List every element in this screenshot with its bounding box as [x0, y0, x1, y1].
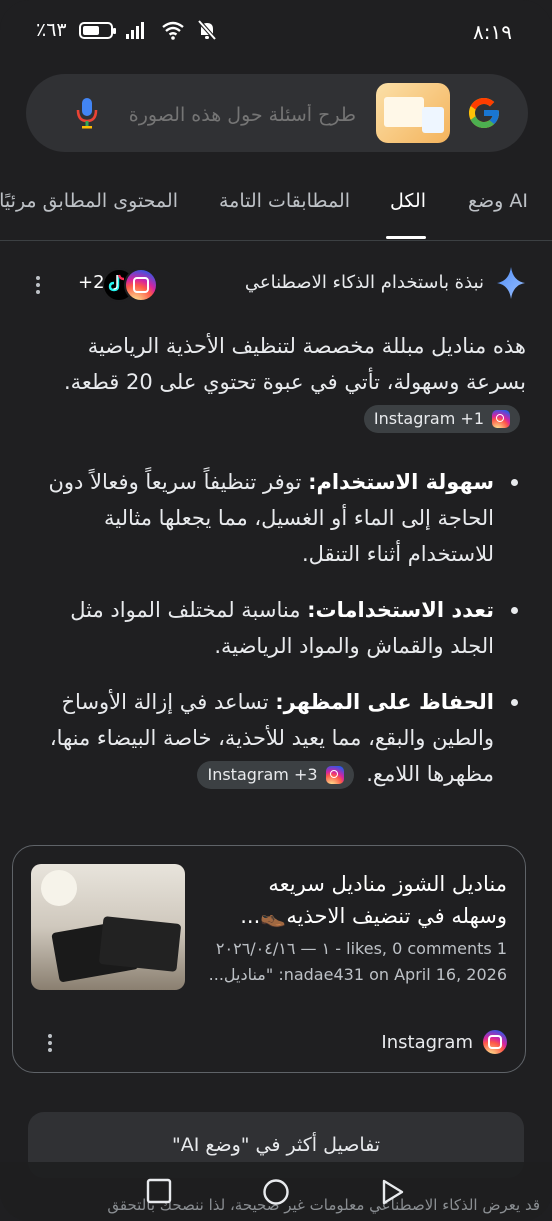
- wifi-icon: [161, 21, 184, 40]
- source-card[interactable]: مناديل الشوز مناديل سريعه وسهله في تنضيف…: [12, 845, 526, 1073]
- ai-overview-title: نبذة باستخدام الذكاء الاصطناعي: [244, 272, 484, 293]
- ai-overview-header: نبذة باستخدام الذكاء الاصطناعي +2: [0, 264, 552, 308]
- mute-bell-icon: [197, 19, 217, 41]
- bullet-dot: [511, 607, 518, 614]
- bullet-term: تعدد الاستخدامات:: [307, 598, 494, 622]
- status-bar: ٪٦٣ ٨:١٩: [0, 0, 552, 64]
- card-thumbnail[interactable]: [31, 864, 185, 990]
- google-logo-icon[interactable]: [466, 95, 502, 131]
- tab-exact-matches[interactable]: المطابقات التامة: [219, 190, 350, 212]
- card-meta-line: 1 likes, 0 comments - ١ — ٢٠٢٦/٠٤/١٦: [215, 939, 507, 958]
- source-chip-label: Instagram +1: [373, 409, 484, 428]
- search-image-thumbnail[interactable]: [376, 83, 450, 143]
- card-title[interactable]: مناديل الشوز مناديل سريعه وسهله في تنضيف…: [207, 868, 507, 932]
- search-input[interactable]: [114, 99, 358, 131]
- instagram-icon: [325, 766, 344, 784]
- battery-percent: ٪٦٣: [36, 19, 67, 41]
- instagram-icon: [483, 1030, 507, 1054]
- back-icon[interactable]: [380, 1178, 406, 1206]
- screen: ٪٦٣ ٨:١٩ وضع AI الكل المطا: [0, 0, 552, 1221]
- recents-icon[interactable]: [146, 1178, 172, 1204]
- source-chip[interactable]: Instagram +3: [197, 761, 354, 789]
- more-options-icon[interactable]: [30, 274, 46, 298]
- status-left-group: ٪٦٣: [36, 19, 217, 41]
- thumb-flower: [41, 870, 77, 906]
- source-chip[interactable]: Instagram +1: [363, 405, 520, 433]
- card-meta-line: nadae431 on April 16, 2026: "مناديل...: [208, 965, 507, 984]
- bullet-item: سهولة الاستخدام: توفر تنظيفاً سريعاً وفع…: [42, 464, 526, 572]
- bullet-item: الحفاظ على المظهر: تساعد في إزالة الأوسا…: [42, 684, 526, 792]
- instagram-icon: [124, 268, 158, 302]
- battery-icon: [78, 21, 116, 39]
- source-chip-label: Instagram +3: [207, 765, 318, 784]
- signal-icon: [125, 22, 144, 39]
- ai-overview-intro: هذه مناديل مبللة مخصصة لتنظيف الأحذية ال…: [46, 328, 526, 436]
- bullet-dot: [511, 479, 518, 486]
- tab-all[interactable]: الكل: [390, 190, 426, 212]
- thumb-box-small: [422, 107, 444, 133]
- bullet-dot: [511, 699, 518, 706]
- bullet-term: سهولة الاستخدام:: [308, 470, 494, 494]
- ai-disclaimer: قد يعرض الذكاء الاصطناعي معلومات غير صحي…: [107, 1196, 540, 1214]
- instagram-icon: [492, 410, 510, 428]
- mic-icon[interactable]: [74, 96, 100, 130]
- clock: ٨:١٩: [473, 20, 512, 44]
- tab-visual-matches[interactable]: المحتوى المطابق مرئيًا: [0, 190, 178, 212]
- tab-bar: وضع AI الكل المطابقات التامة المحتوى الم…: [0, 186, 552, 241]
- source-count: +2: [78, 272, 105, 293]
- battery-fill: [82, 25, 100, 35]
- card-meta: 1 likes, 0 comments - ١ — ٢٠٢٦/٠٤/١٦ nad…: [207, 936, 507, 988]
- bullet-term: الحفاظ على المظهر:: [275, 690, 494, 714]
- search-bar[interactable]: [26, 74, 528, 152]
- thumb-pack: [98, 916, 182, 972]
- card-source[interactable]: Instagram: [381, 1030, 507, 1054]
- card-source-label: Instagram: [381, 1031, 473, 1053]
- sparkle-icon: [497, 267, 525, 299]
- thumb-box: [384, 97, 424, 127]
- home-icon[interactable]: [262, 1178, 290, 1206]
- bullet-item: تعدد الاستخدامات: مناسبة لمختلف المواد م…: [42, 592, 526, 664]
- card-more-options-icon[interactable]: [43, 1032, 57, 1054]
- intro-text: هذه مناديل مبللة مخصصة لتنظيف الأحذية ال…: [64, 334, 526, 394]
- tab-ai-mode[interactable]: وضع AI: [468, 190, 528, 212]
- active-tab-indicator: [386, 236, 426, 239]
